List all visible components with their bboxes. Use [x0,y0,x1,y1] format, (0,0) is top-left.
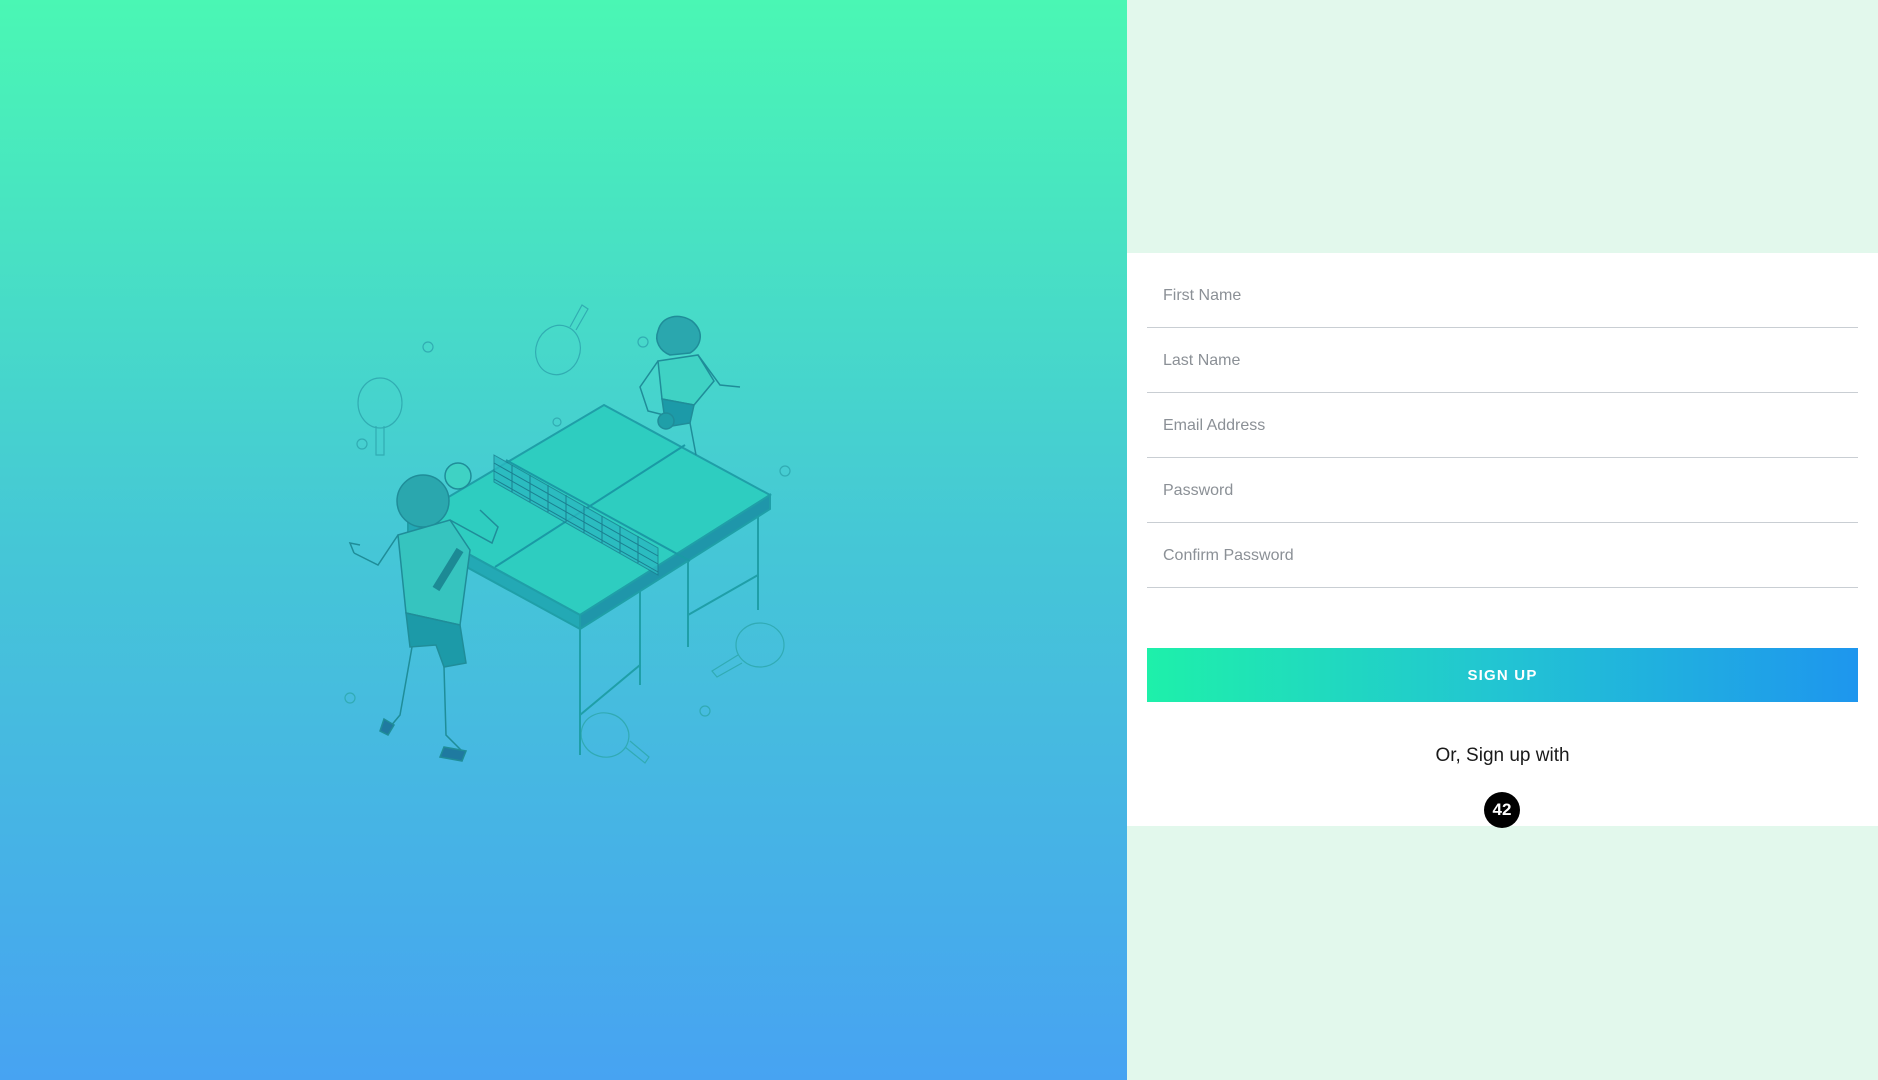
last-name-input[interactable] [1147,329,1858,392]
password-input[interactable] [1147,459,1858,522]
signup-form: SIGN UP Or, Sign up with 42 [1127,253,1878,828]
confirm-password-input[interactable] [1147,524,1858,587]
confirm-password-field [1147,524,1858,588]
sign-up-button[interactable]: SIGN UP [1147,648,1858,702]
first-name-field [1147,264,1858,328]
email-field [1147,394,1858,458]
email-input[interactable] [1147,394,1858,457]
form-panel: SIGN UP Or, Sign up with 42 [1127,0,1878,1080]
hero-panel [0,0,1127,1080]
last-name-field [1147,329,1858,393]
first-name-input[interactable] [1147,264,1858,327]
alt-signup-label: Or, Sign up with [1435,745,1570,766]
password-field [1147,459,1858,523]
signup-page: SIGN UP Or, Sign up with 42 [0,0,1878,1080]
ping-pong-illustration-icon [344,304,791,764]
42-provider-button[interactable]: 42 [1484,792,1520,828]
42-logo-icon: 42 [1492,800,1512,819]
